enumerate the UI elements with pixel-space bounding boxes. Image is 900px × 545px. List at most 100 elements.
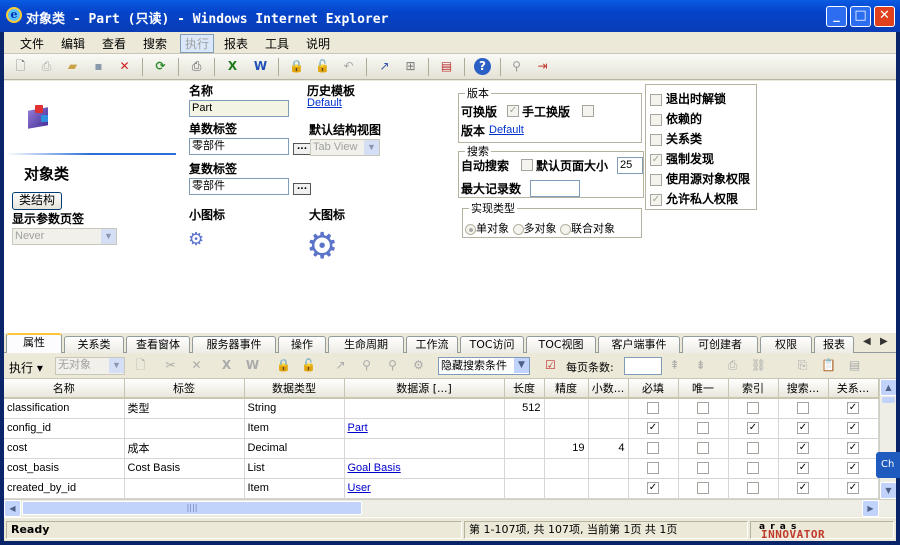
show-param-tab-select[interactable]: Never ▼ bbox=[12, 228, 117, 245]
cell-checkbox[interactable]: ✓ bbox=[797, 422, 809, 435]
side-tab[interactable]: Ch bbox=[876, 452, 900, 478]
table-cell[interactable] bbox=[504, 438, 545, 459]
table-cell[interactable] bbox=[544, 478, 589, 499]
previous-page-icon[interactable]: ⇞ bbox=[666, 357, 683, 374]
menu-item-0[interactable]: 文件 bbox=[20, 35, 44, 52]
checkbox-cell[interactable] bbox=[628, 398, 679, 419]
checkbox-cell[interactable] bbox=[678, 458, 729, 479]
tab-12[interactable]: 报表 bbox=[814, 336, 854, 353]
new-row-icon[interactable]: 🗋 bbox=[132, 357, 149, 374]
checkbox-cell[interactable]: ✓ bbox=[728, 418, 779, 439]
checkbox-cell[interactable]: ✓ bbox=[828, 418, 879, 439]
column-header[interactable]: 名称 bbox=[4, 379, 125, 399]
vertical-scrollbar[interactable]: ▲ ▼ bbox=[879, 379, 896, 499]
scroll-right-icon[interactable]: ▶ bbox=[862, 500, 879, 517]
cell-checkbox[interactable]: ✓ bbox=[847, 442, 859, 455]
default-page-size-field[interactable]: 25 bbox=[617, 157, 643, 174]
table-cell[interactable]: Goal Basis bbox=[344, 458, 505, 479]
singular-label-field[interactable]: 零部件 bbox=[189, 138, 289, 155]
tab-10[interactable]: 可创建者 bbox=[682, 336, 758, 353]
table-cell[interactable]: Cost Basis bbox=[124, 458, 245, 479]
checkbox-cell[interactable] bbox=[678, 478, 729, 499]
grid-lock-icon[interactable]: 🔒 bbox=[275, 357, 292, 374]
table-cell[interactable]: List bbox=[244, 458, 345, 479]
table-cell[interactable] bbox=[504, 418, 545, 439]
cell-checkbox[interactable] bbox=[647, 402, 659, 415]
federated-object-radio[interactable] bbox=[560, 223, 571, 235]
lock-icon[interactable]: 🔒 bbox=[288, 58, 305, 75]
table-cell[interactable]: Item bbox=[244, 418, 345, 439]
checkbox-cell[interactable]: ✓ bbox=[828, 458, 879, 479]
checkbox-cell[interactable] bbox=[628, 458, 679, 479]
table-cell[interactable] bbox=[124, 478, 245, 499]
cell-checkbox[interactable] bbox=[747, 402, 759, 415]
column-header[interactable]: 搜索... bbox=[778, 379, 829, 399]
save-icon[interactable]: ▪ bbox=[90, 58, 107, 75]
scroll-down-icon[interactable]: ▼ bbox=[880, 482, 896, 499]
scroll-up-icon[interactable]: ▲ bbox=[880, 379, 896, 396]
checkbox-cell[interactable] bbox=[728, 478, 779, 499]
menu-item-1[interactable]: 编辑 bbox=[61, 35, 85, 52]
scroll-left-icon[interactable]: ◀ bbox=[4, 500, 21, 517]
no-object-select[interactable]: 无对象 ▼ bbox=[55, 357, 125, 375]
grid-view-icon[interactable]: ⎙ bbox=[724, 357, 741, 374]
checkbox-cell[interactable]: ✓ bbox=[778, 438, 829, 459]
auto-search-checkbox[interactable] bbox=[521, 159, 533, 171]
option-row[interactable]: 使用源对象权限 bbox=[650, 170, 750, 187]
checkbox-cell[interactable]: ✓ bbox=[628, 478, 679, 499]
checkbox-cell[interactable]: ✓ bbox=[828, 398, 879, 419]
cell-checkbox[interactable] bbox=[697, 422, 709, 435]
tab-scroll-left-icon[interactable]: ◀ bbox=[863, 336, 871, 347]
tab-6[interactable]: 工作流 bbox=[406, 336, 458, 353]
help-icon[interactable]: ? bbox=[474, 58, 491, 75]
table-cell[interactable]: Part bbox=[344, 418, 505, 439]
delete-row-icon[interactable]: ✕ bbox=[188, 357, 205, 374]
single-object-radio[interactable] bbox=[465, 223, 476, 235]
excel-icon[interactable]: X bbox=[224, 58, 241, 75]
checkbox-cell[interactable] bbox=[728, 398, 779, 419]
option-row[interactable]: ✓ 允许私人权限 bbox=[650, 190, 738, 207]
column-header[interactable]: 精度 bbox=[544, 379, 589, 399]
tab-scroll-arrows[interactable]: ◀ ▶ bbox=[856, 334, 896, 352]
table-cell[interactable]: String bbox=[244, 398, 345, 419]
checkbox-cell[interactable]: ✓ bbox=[828, 478, 879, 499]
column-header[interactable]: 长度 bbox=[504, 379, 545, 399]
tab-9[interactable]: 客户端事件 bbox=[598, 336, 680, 353]
table-cell[interactable]: cost bbox=[4, 438, 125, 459]
cell-link[interactable]: User bbox=[348, 482, 371, 494]
tab-8[interactable]: TOC视图 bbox=[526, 336, 596, 353]
table-row[interactable]: classification 类型 String 512 ✓ bbox=[4, 398, 879, 419]
scroll-thumb[interactable] bbox=[882, 397, 895, 403]
page-size-field[interactable] bbox=[624, 357, 662, 375]
paste-special-icon[interactable]: ▤ bbox=[846, 357, 863, 374]
option-row[interactable]: ✓ 强制发现 bbox=[650, 150, 714, 167]
table-cell[interactable] bbox=[544, 398, 589, 419]
search-options-icon[interactable]: ⚙ bbox=[410, 357, 427, 374]
menu-item-5[interactable]: 报表 bbox=[224, 35, 248, 52]
cell-checkbox[interactable] bbox=[797, 402, 809, 415]
cell-checkbox[interactable] bbox=[747, 442, 759, 455]
exit-icon[interactable]: ⇥ bbox=[534, 58, 551, 75]
checkbox-cell[interactable] bbox=[728, 438, 779, 459]
cell-checkbox[interactable] bbox=[697, 482, 709, 495]
column-header[interactable]: 标签 bbox=[124, 379, 245, 399]
table-row[interactable]: cost_basis Cost Basis List Goal Basis ✓ ✓ bbox=[4, 458, 879, 479]
table-cell[interactable]: 19 bbox=[544, 438, 589, 459]
checkbox-cell[interactable]: ✓ bbox=[828, 438, 879, 459]
checkbox-cell[interactable] bbox=[628, 438, 679, 459]
cell-checkbox[interactable]: ✓ bbox=[647, 482, 659, 495]
history-template-link[interactable]: Default bbox=[307, 97, 342, 109]
cell-checkbox[interactable]: ✓ bbox=[797, 462, 809, 475]
column-header[interactable]: 必填 bbox=[628, 379, 679, 399]
table-cell[interactable] bbox=[504, 478, 545, 499]
checkbox-cell[interactable] bbox=[678, 418, 729, 439]
checkbox-cell[interactable]: ✓ bbox=[778, 478, 829, 499]
tab-scroll-right-icon[interactable]: ▶ bbox=[880, 336, 888, 347]
close-button[interactable]: ✕ bbox=[874, 6, 895, 27]
cell-checkbox[interactable] bbox=[697, 462, 709, 475]
cell-checkbox[interactable] bbox=[647, 442, 659, 455]
copy-icon[interactable]: ⎘ bbox=[794, 357, 811, 374]
table-cell[interactable]: classification bbox=[4, 398, 125, 419]
table-cell[interactable] bbox=[344, 438, 505, 459]
table-cell[interactable]: User bbox=[344, 478, 505, 499]
